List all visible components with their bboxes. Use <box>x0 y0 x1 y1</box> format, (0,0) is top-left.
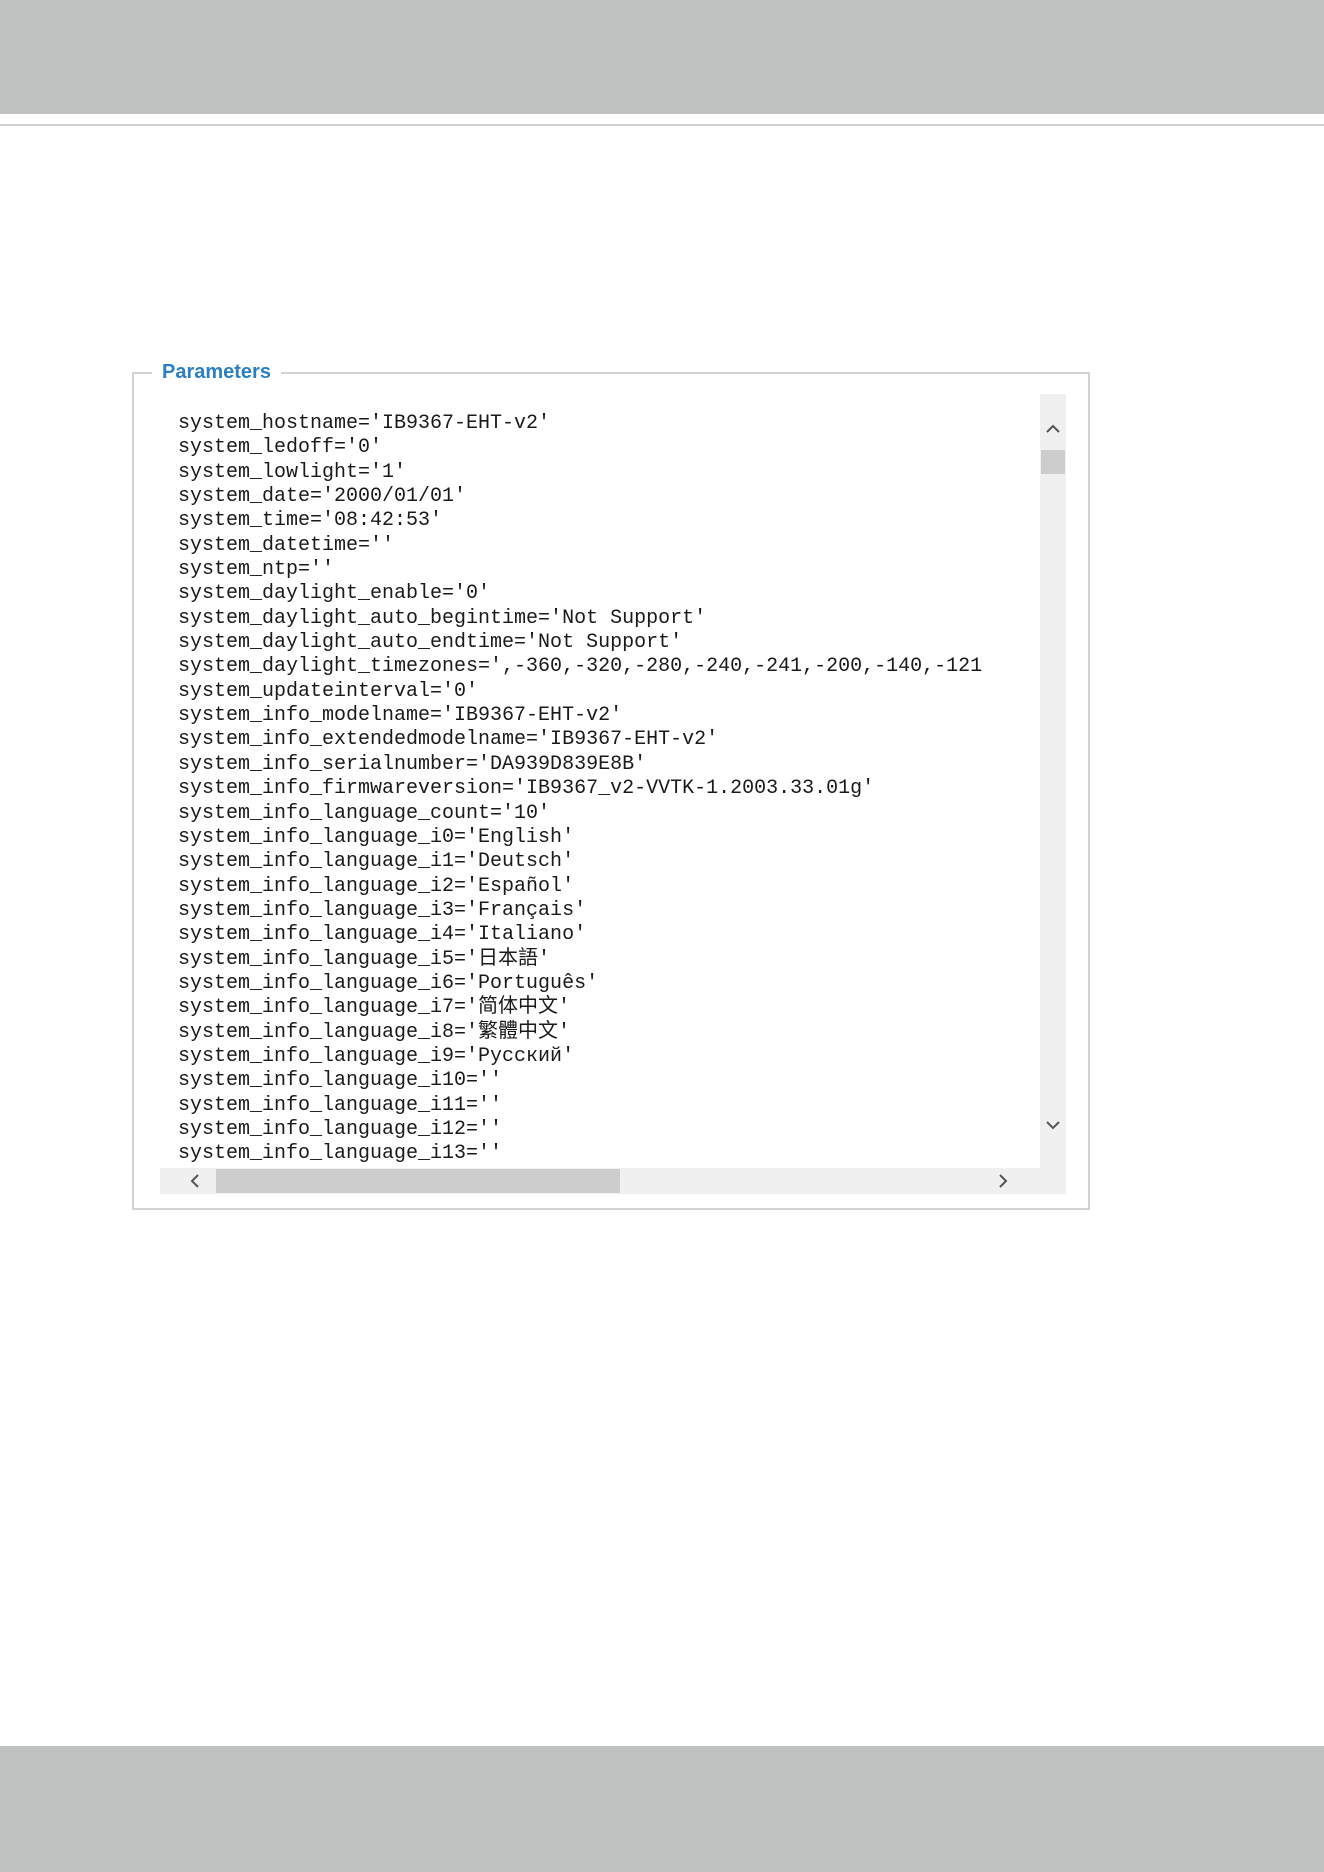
parameter-line: system_info_language_i11='' <box>178 1093 503 1117</box>
parameter-line: system_info_extendedmodelname='IB9367-EH… <box>178 728 719 752</box>
parameter-line: system_daylight_auto_begintime='Not Supp… <box>178 606 707 630</box>
vertical-scrollbar[interactable] <box>1040 394 1066 1168</box>
parameter-line: system_info_language_i12='' <box>178 1117 503 1141</box>
header-divider <box>0 124 1324 126</box>
parameter-line: system_info_language_i5='日本語' <box>178 947 551 971</box>
parameter-line: system_info_modelname='IB9367-EHT-v2' <box>178 704 623 728</box>
parameter-line: system_info_language_i3='Français' <box>178 898 587 922</box>
parameter-line: system_ntp='' <box>178 558 335 582</box>
parameter-line: system_lowlight='1' <box>178 460 407 484</box>
parameter-line: system_info_language_i8='繁體中文' <box>178 1020 571 1044</box>
vertical-scroll-thumb[interactable] <box>1041 450 1065 474</box>
parameter-line: system_updateinterval='0' <box>178 679 479 703</box>
parameter-line: system_daylight_auto_endtime='Not Suppor… <box>178 631 683 655</box>
chevron-right-icon[interactable] <box>994 1172 1012 1190</box>
parameter-line: system_ledoff='0' <box>178 436 383 460</box>
parameter-line: system_info_firmwareversion='IB9367_v2-V… <box>178 777 875 801</box>
parameter-line: system_daylight_timezones=',-360,-320,-2… <box>178 655 983 679</box>
horizontal-scrollbar[interactable] <box>160 1168 1066 1194</box>
chevron-left-icon[interactable] <box>186 1172 204 1190</box>
parameter-line: system_info_language_i2='Español' <box>178 874 575 898</box>
parameter-line: system_time='08:42:53' <box>178 509 443 533</box>
chevron-up-icon[interactable] <box>1044 420 1062 438</box>
parameter-line: system_info_language_i0='English' <box>178 825 575 849</box>
parameters-fieldset: Parameters system_hostname='IB9367-EHT-v… <box>132 358 1090 1210</box>
parameter-line: system_info_language_i1='Deutsch' <box>178 850 575 874</box>
chevron-down-icon[interactable] <box>1044 1116 1062 1134</box>
parameter-line: system_info_language_i7='简体中文' <box>178 996 571 1020</box>
parameter-line: system_datetime='' <box>178 533 395 557</box>
footer-band <box>0 1746 1324 1872</box>
scrollbar-corner <box>1040 1168 1066 1194</box>
horizontal-scroll-thumb[interactable] <box>216 1169 620 1193</box>
header-band <box>0 0 1324 114</box>
parameter-line: system_daylight_enable='0' <box>178 582 491 606</box>
parameter-line: system_info_language_count='10' <box>178 801 551 825</box>
parameters-legend: Parameters <box>152 358 281 386</box>
parameter-line: system_info_language_i9='Русский' <box>178 1044 575 1068</box>
parameter-line: system_hostname='IB9367-EHT-v2' <box>178 412 551 435</box>
parameter-line: system_info_language_i4='Italiano' <box>178 923 587 947</box>
parameter-line: system_info_serialnumber='DA939D839E8B' <box>178 752 647 776</box>
parameter-line: system_info_language_i6='Português' <box>178 971 599 995</box>
parameter-line: system_info_language_i13='' <box>178 1142 503 1166</box>
parameter-line: system_info_language_i10='' <box>178 1069 503 1093</box>
parameters-text[interactable]: system_hostname='IB9367-EHT-v2' system_l… <box>178 412 1040 1166</box>
parameter-line: system_date='2000/01/01' <box>178 485 467 509</box>
parameters-textarea[interactable]: system_hostname='IB9367-EHT-v2' system_l… <box>160 394 1066 1194</box>
